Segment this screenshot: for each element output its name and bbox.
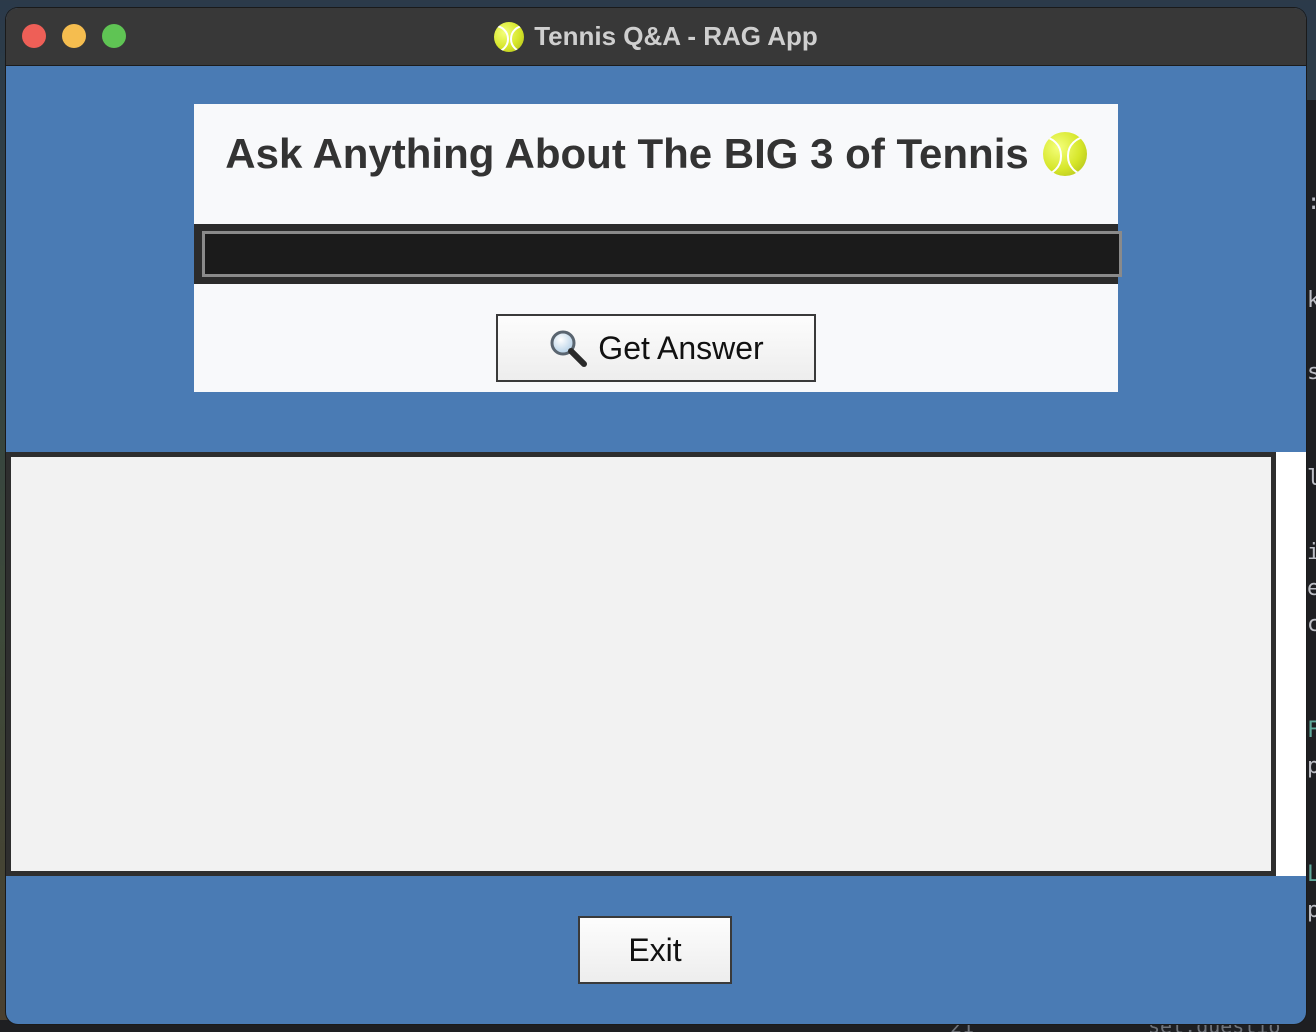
answer-text-area[interactable] [6,452,1276,876]
get-answer-button[interactable]: Get Answer [496,314,816,382]
question-panel: Ask Anything About The BIG 3 of Tennis G… [194,104,1122,392]
background-code-line: s [1307,360,1316,385]
answer-scrollbar-gutter[interactable] [1276,452,1306,876]
background-code-line: l [1307,466,1316,491]
background-code-line: k [1307,288,1316,313]
question-input[interactable] [202,231,1122,277]
tennis-ball-icon [494,21,525,52]
page-heading: Ask Anything About The BIG 3 of Tennis [194,130,1118,178]
tennis-ball-icon [1042,132,1087,176]
window-title-group: Tennis Q&A - RAG App [6,8,1306,65]
background-code-line: L [1307,862,1316,887]
exit-label: Exit [628,931,682,968]
background-code-line: : [1307,190,1316,215]
page-title: Ask Anything About The BIG 3 of Tennis [225,130,1029,177]
background-code-line: e [1307,576,1316,601]
background-code-line: i [1307,540,1316,565]
window-title: Tennis Q&A - RAG App [534,21,818,51]
background-code-line: c [1307,612,1316,637]
background-code-line: p [1307,898,1316,923]
title-bar[interactable]: Tennis Q&A - RAG App [6,8,1306,66]
magnifying-glass-icon [550,330,588,367]
question-input-frame [194,224,1122,284]
app-window: Tennis Q&A - RAG App Ask Anything About … [6,8,1306,1024]
get-answer-label: Get Answer [598,329,764,366]
exit-button[interactable]: Exit [578,916,732,984]
background-code-line: F [1307,718,1316,743]
background-code-line: p [1307,754,1316,779]
